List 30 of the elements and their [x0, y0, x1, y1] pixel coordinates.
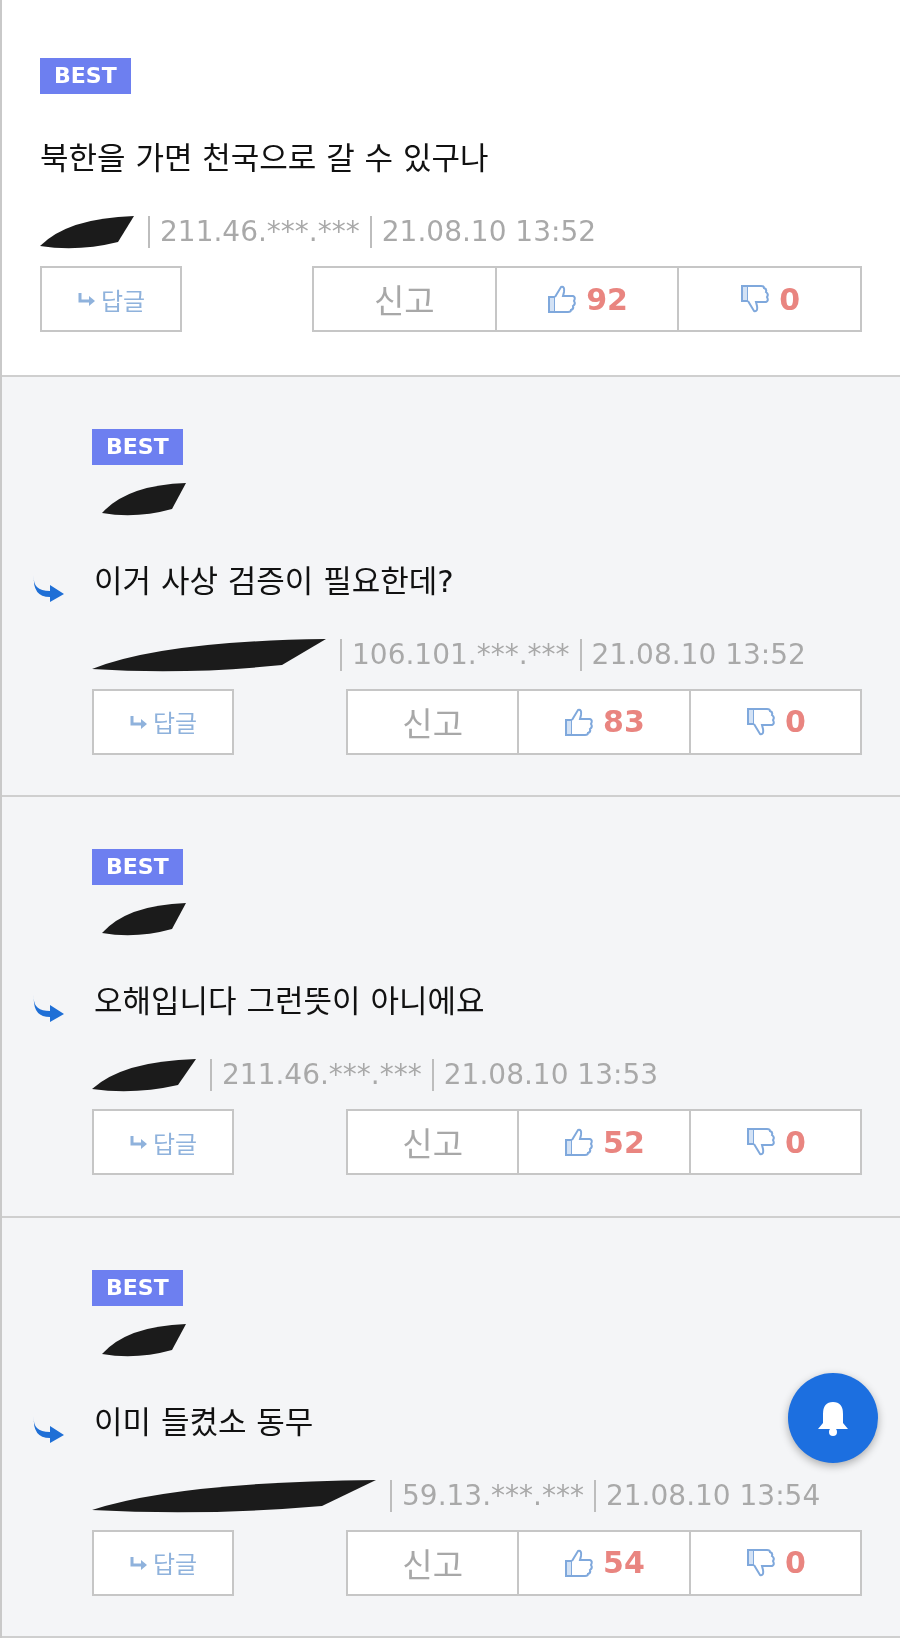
timestamp: 21.08.10 13:52 — [381, 214, 597, 250]
timestamp: 21.08.10 13:52 — [591, 636, 806, 673]
comment-text: 이미 들켰소 동무 — [94, 1402, 314, 1442]
reply-arrow-icon — [128, 1554, 149, 1571]
ip-address: 211.46.***.*** — [160, 214, 360, 250]
reply-button[interactable]: 답글 — [92, 688, 234, 755]
comment-text: 북한을 가면 천국으로 갈 수 있구나 — [40, 139, 489, 178]
thumbs-up-icon — [563, 1126, 596, 1159]
ip-address: 106.101.***.*** — [352, 636, 570, 673]
thumbs-up-icon — [546, 283, 579, 315]
reply-arrow-icon — [76, 291, 97, 307]
reply-arrow-icon — [128, 713, 149, 730]
thumbs-down-icon — [744, 1546, 777, 1579]
timestamp: 21.08.10 13:54 — [605, 1477, 821, 1514]
bell-icon — [815, 1399, 851, 1437]
reply-button[interactable]: 답글 — [92, 1109, 234, 1176]
reply-arrow-icon — [128, 1134, 149, 1151]
thumbs-down-icon — [744, 705, 777, 738]
reply-button[interactable]: 답글 — [92, 1529, 234, 1596]
ip-address: 211.46.***.*** — [222, 1057, 422, 1094]
best-badge: BEST — [92, 428, 183, 465]
ip-address: 59.13.***.*** — [402, 1477, 584, 1514]
comment-text: 오해입니다 그런뜻이 아니에요 — [94, 982, 485, 1022]
best-badge: BEST — [40, 58, 131, 94]
timestamp: 21.08.10 13:53 — [443, 1057, 659, 1094]
reply-button[interactable]: 답글 — [40, 266, 182, 332]
best-badge: BEST — [92, 1269, 183, 1306]
comment-text: 이거 사상 검증이 필요한데? — [94, 561, 454, 601]
thumbs-down-icon — [739, 283, 772, 315]
best-badge: BEST — [92, 849, 183, 886]
